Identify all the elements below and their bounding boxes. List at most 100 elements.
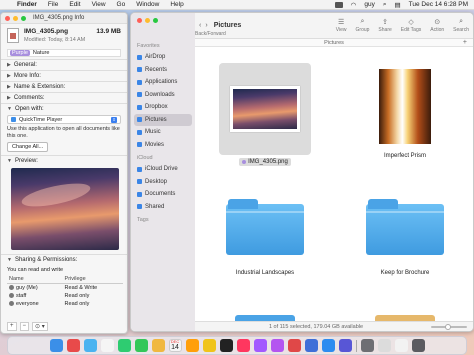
- section-preview[interactable]: ▼ Preview:: [1, 155, 127, 166]
- user-menu[interactable]: guy: [364, 1, 374, 8]
- sidebar-item-downloads[interactable]: Downloads: [131, 89, 195, 102]
- appletv-icon[interactable]: [219, 339, 233, 352]
- icon-size-slider[interactable]: [430, 323, 467, 330]
- section-sharing[interactable]: ▼ Sharing & Permissions:: [1, 254, 127, 265]
- open-with-select[interactable]: QuickTime Player ⇕: [7, 115, 121, 124]
- safari-icon[interactable]: [83, 339, 97, 352]
- sidebar-item-applications[interactable]: Applications: [131, 76, 195, 89]
- control-center-icon[interactable]: ▤: [394, 1, 400, 9]
- file-item-img-4305[interactable]: IMG_4305.png: [210, 63, 320, 166]
- tags-field[interactable]: Purple Nature: [7, 49, 121, 57]
- sidebar: Favorites AirDrop Recents Applications D…: [131, 13, 195, 331]
- section-name-ext[interactable]: ▶ Name & Extension:: [1, 81, 127, 92]
- wifi-icon[interactable]: ◠: [351, 1, 357, 9]
- preview-icon[interactable]: [377, 339, 391, 352]
- system-settings-icon[interactable]: [360, 339, 374, 352]
- menu-file[interactable]: File: [48, 1, 58, 8]
- menu-view[interactable]: View: [92, 1, 106, 8]
- image-thumbnail-content: [233, 89, 297, 129]
- app-store-icon[interactable]: [304, 339, 318, 352]
- minimize-button[interactable]: [13, 15, 18, 21]
- photos-icon[interactable]: [185, 339, 199, 352]
- zoom-button[interactable]: [21, 15, 26, 21]
- sidebar-item-shared[interactable]: Shared: [131, 201, 195, 214]
- remove-user-button[interactable]: −: [19, 322, 30, 331]
- tag-purple[interactable]: Purple: [10, 50, 30, 56]
- status-icon[interactable]: [334, 1, 343, 8]
- add-user-button[interactable]: +: [7, 322, 17, 331]
- section-general-label: General:: [13, 62, 37, 68]
- arc-icon[interactable]: [270, 339, 284, 352]
- sidebar-item-movies[interactable]: Movies: [131, 139, 195, 152]
- launchpad-icon[interactable]: [66, 339, 80, 352]
- path-current[interactable]: Pictures: [324, 40, 344, 46]
- change-all-button[interactable]: Change All...: [7, 142, 49, 153]
- action-button[interactable]: ⊙ Action: [430, 18, 444, 33]
- perm-header-privilege[interactable]: Privilege: [62, 275, 123, 285]
- section-more-info[interactable]: ▶ More Info:: [1, 70, 127, 81]
- menu-window[interactable]: Window: [136, 1, 159, 8]
- info-file-header: IMG_4305.png Modified: Today, 8:14 AM 13…: [1, 24, 127, 47]
- mail-icon[interactable]: [321, 339, 335, 352]
- zoom-button[interactable]: [153, 18, 158, 23]
- sidebar-item-dropbox[interactable]: Dropbox: [131, 101, 195, 114]
- calendar-icon[interactable]: DEC 14: [168, 339, 182, 352]
- group-button[interactable]: ⌕ Group: [356, 18, 370, 33]
- add-tab-icon[interactable]: +: [463, 39, 467, 47]
- menu-edit[interactable]: Edit: [69, 1, 80, 8]
- menu-go[interactable]: Go: [117, 1, 126, 8]
- folder-item-keep-for-brochure[interactable]: Keep for Brochure: [350, 191, 460, 277]
- slider-knob[interactable]: [444, 323, 451, 330]
- podcasts-icon[interactable]: [253, 339, 267, 352]
- sidebar-item-pictures[interactable]: Pictures: [134, 113, 192, 126]
- xcode-icon[interactable]: [338, 339, 352, 352]
- table-row[interactable]: guy (Me) Read & Write: [7, 284, 123, 293]
- finder-icon[interactable]: [49, 339, 63, 352]
- action-menu-button[interactable]: ⊙ ▾: [32, 322, 48, 331]
- section-general[interactable]: ▶ General:: [1, 59, 127, 70]
- edit-tags-button[interactable]: ◇ Edit Tags: [401, 18, 421, 33]
- sidebar-item-recents[interactable]: Recents: [131, 64, 195, 77]
- tag-nature[interactable]: Nature: [31, 50, 52, 56]
- view-button[interactable]: ☰ View: [336, 18, 347, 33]
- perm-header-name[interactable]: Name: [7, 275, 63, 285]
- news-icon[interactable]: [287, 339, 301, 352]
- sidebar-item-music[interactable]: Music: [131, 126, 195, 139]
- perm-privilege[interactable]: Read & Write: [63, 284, 123, 293]
- menu-app-name[interactable]: Finder: [17, 1, 37, 8]
- notes-icon[interactable]: [202, 339, 216, 352]
- download-icon: [137, 92, 142, 98]
- clock[interactable]: Tue Dec 14 6:28 PM: [409, 1, 468, 8]
- folder-item-industrial[interactable]: Industrial Landscapes: [210, 191, 320, 277]
- maps-icon[interactable]: [151, 339, 165, 352]
- search-icon[interactable]: ⌕: [383, 1, 387, 9]
- file-name: IMG_4305.png: [248, 159, 288, 165]
- back-button[interactable]: ‹: [199, 22, 201, 29]
- minimize-button[interactable]: [145, 18, 150, 23]
- sidebar-item-icloud-drive[interactable]: iCloud Drive: [131, 163, 195, 176]
- sidebar-item-airdrop[interactable]: AirDrop: [131, 51, 195, 64]
- perm-privilege[interactable]: Read only: [63, 292, 123, 300]
- group-icon: ⌕: [360, 18, 365, 25]
- perm-privilege[interactable]: Read only: [63, 300, 123, 308]
- menu-help[interactable]: Help: [170, 1, 183, 8]
- close-button[interactable]: [5, 15, 10, 21]
- sidebar-item-documents[interactable]: Documents: [131, 188, 195, 201]
- close-button[interactable]: [137, 18, 142, 23]
- search-button[interactable]: ⌕ Search: [453, 18, 469, 33]
- table-row[interactable]: everyone Read only: [7, 300, 123, 308]
- chrome-icon[interactable]: [100, 339, 114, 352]
- file-item-imperfect-prism[interactable]: Imperfect Prism: [350, 69, 460, 160]
- forward-button[interactable]: ›: [205, 22, 207, 29]
- permissions-table: Name Privilege guy (Me) Read & Write sta…: [7, 275, 123, 308]
- table-row[interactable]: staff Read only: [7, 292, 123, 300]
- music-icon[interactable]: [236, 339, 250, 352]
- facetime-icon[interactable]: [134, 339, 148, 352]
- downloads-stack-icon[interactable]: [394, 339, 408, 352]
- section-comments[interactable]: ▶ Comments:: [1, 92, 127, 103]
- trash-icon[interactable]: [411, 339, 425, 352]
- section-open-with[interactable]: ▼ Open with:: [1, 103, 127, 114]
- sidebar-item-desktop[interactable]: Desktop: [131, 176, 195, 189]
- share-button[interactable]: ⇪ Share: [378, 18, 391, 33]
- messages-icon[interactable]: [117, 339, 131, 352]
